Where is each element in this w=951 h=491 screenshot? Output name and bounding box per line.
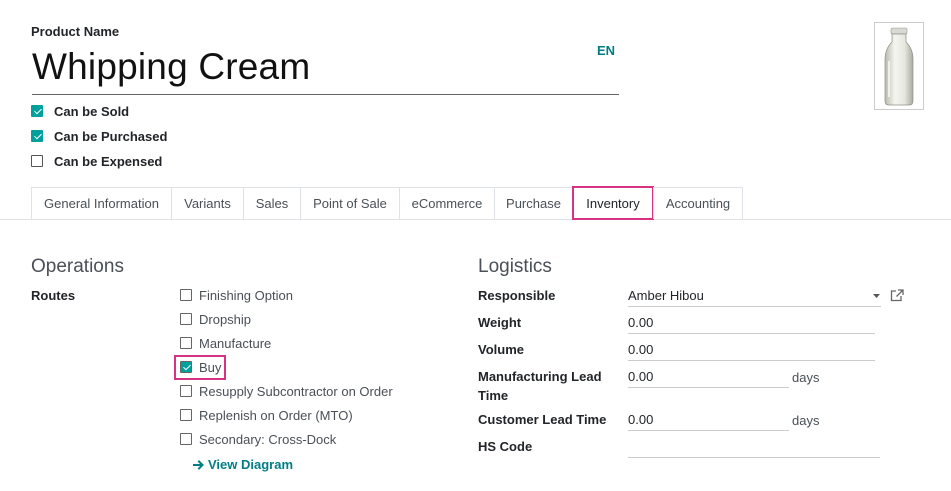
volume-input[interactable]: 0.00 — [628, 339, 875, 361]
product-name-input[interactable]: Whipping Cream — [32, 44, 619, 95]
routes-label: Routes — [31, 288, 76, 303]
operations-heading: Operations — [31, 256, 124, 277]
tab-purchase[interactable]: Purchase — [494, 187, 573, 219]
route-label: Secondary: Cross-Dock — [199, 431, 337, 447]
volume-label: Volume — [478, 342, 524, 357]
route-dropship[interactable]: Dropship — [180, 309, 251, 329]
logistics-heading: Logistics — [478, 256, 552, 277]
customer-lead-time-unit: days — [792, 413, 820, 428]
tab-variants[interactable]: Variants — [171, 187, 244, 219]
responsible-label: Responsible — [478, 288, 556, 303]
route-label: Manufacture — [199, 335, 272, 351]
milk-bottle-image — [884, 27, 914, 106]
manufacturing-lead-time-unit: days — [792, 370, 820, 385]
weight-input[interactable]: 0.00 — [628, 312, 875, 334]
tab-ecommerce[interactable]: eCommerce — [399, 187, 495, 219]
can-be-sold-option[interactable]: Can be Sold — [31, 101, 129, 121]
tab-sales[interactable]: Sales — [243, 187, 301, 219]
can-be-expensed-checkbox[interactable] — [31, 155, 43, 167]
caret-down-icon[interactable] — [873, 294, 880, 298]
customer-lead-time-label: Customer Lead Time — [478, 412, 607, 427]
route-checkbox[interactable] — [180, 361, 192, 373]
manufacturing-lead-time-input[interactable]: 0.00 — [628, 366, 789, 388]
tabs-divider — [0, 219, 951, 220]
route-finishing-option[interactable]: Finishing Option — [180, 285, 293, 305]
can-be-sold-checkbox[interactable] — [31, 105, 43, 117]
customer-lead-time-input[interactable]: 0.00 — [628, 409, 789, 431]
view-diagram-label: View Diagram — [208, 457, 294, 472]
language-button[interactable]: EN — [597, 43, 615, 58]
tab-accounting[interactable]: Accounting — [653, 187, 743, 219]
route-label: Finishing Option — [199, 287, 293, 303]
tab-inventory[interactable]: Inventory — [572, 186, 654, 220]
product-image[interactable] — [874, 22, 924, 110]
hs-code-input[interactable] — [628, 436, 880, 458]
arrow-right-icon — [193, 459, 204, 470]
route-label: Resupply Subcontractor on Order — [199, 383, 393, 399]
route-manufacture[interactable]: Manufacture — [180, 333, 271, 353]
tab-point-of-sale[interactable]: Point of Sale — [300, 187, 400, 219]
route-checkbox[interactable] — [180, 289, 192, 301]
route-checkbox[interactable] — [180, 385, 192, 397]
route-checkbox[interactable] — [180, 337, 192, 349]
responsible-value: Amber Hibou — [628, 288, 704, 303]
route-checkbox[interactable] — [180, 409, 192, 421]
route-label: Buy — [199, 359, 222, 375]
view-diagram-link[interactable]: View Diagram — [193, 457, 293, 472]
manufacturing-lead-time-label: Manufacturing Lead Time — [478, 369, 602, 403]
can-be-expensed-label: Can be Expensed — [54, 153, 163, 169]
responsible-select[interactable]: Amber Hibou — [628, 285, 881, 307]
external-link-icon[interactable] — [890, 289, 904, 302]
route-checkbox[interactable] — [180, 313, 192, 325]
tab-general-information[interactable]: General Information — [31, 187, 172, 219]
can-be-purchased-checkbox[interactable] — [31, 130, 43, 142]
hs-code-label: HS Code — [478, 439, 533, 454]
route-cross-dock[interactable]: Secondary: Cross-Dock — [180, 429, 336, 449]
can-be-purchased-option[interactable]: Can be Purchased — [31, 126, 167, 146]
route-replenish-mto[interactable]: Replenish on Order (MTO) — [180, 405, 353, 425]
route-resupply-subcontractor[interactable]: Resupply Subcontractor on Order — [180, 381, 393, 401]
weight-label: Weight — [478, 315, 522, 330]
route-buy[interactable]: Buy — [180, 357, 221, 377]
product-name-label: Product Name — [31, 24, 120, 39]
can-be-sold-label: Can be Sold — [54, 103, 130, 119]
can-be-purchased-label: Can be Purchased — [54, 128, 168, 144]
can-be-expensed-option[interactable]: Can be Expensed — [31, 151, 162, 171]
route-label: Dropship — [199, 311, 252, 327]
route-label: Replenish on Order (MTO) — [199, 407, 353, 423]
route-checkbox[interactable] — [180, 433, 192, 445]
